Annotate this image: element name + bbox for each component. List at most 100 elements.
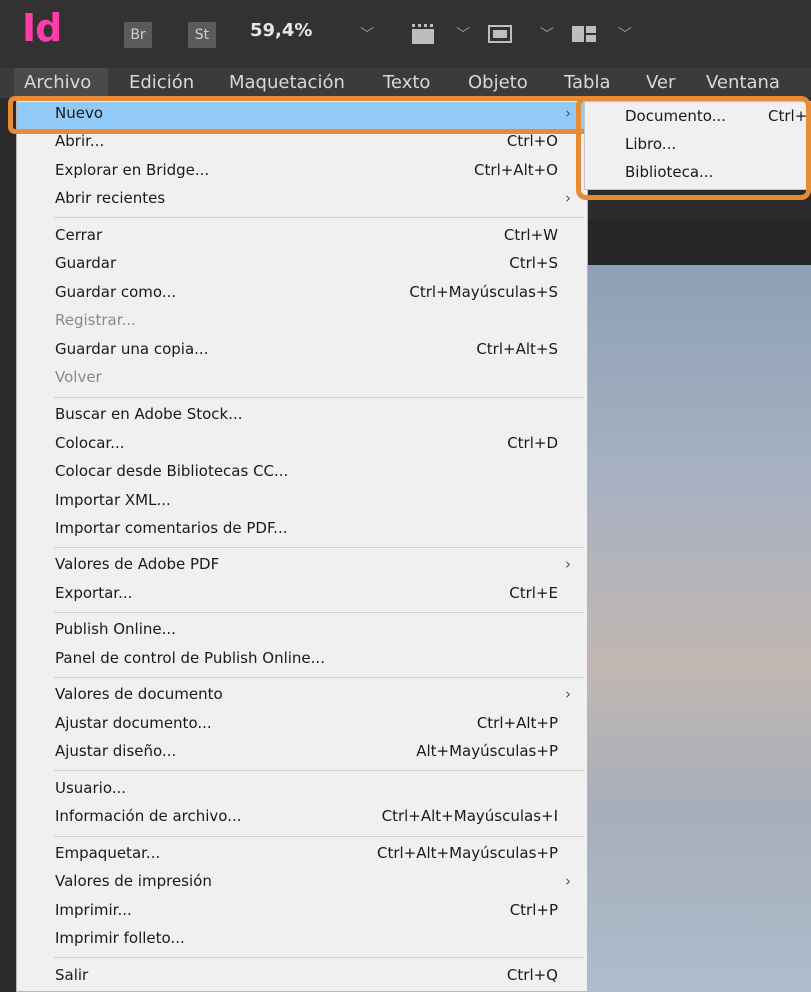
menu-item-shortcut: Ctrl+Alt+Mayúsculas+P [376,844,558,862]
bridge-button[interactable]: Br [124,22,152,48]
zoom-dropdown-chevron-icon[interactable]: ﹀ [360,24,374,44]
menu-item-shortcut: Ctrl+Mayúsculas+S [409,283,558,301]
menu-item-exportar[interactable]: Exportar... Ctrl+E [17,581,587,607]
view-options-icon[interactable] [486,22,516,46]
menu-item-label: Ajustar documento... [55,714,212,732]
menu-item-explorar-en-bridge[interactable]: Explorar en Bridge... Ctrl+Alt+O [17,158,587,184]
menu-ventana[interactable]: Ventana [706,72,780,93]
menu-item-label: Panel de control de Publish Online... [55,649,325,667]
nuevo-callout-box [8,96,592,134]
menu-separator [54,217,584,218]
menu-tabla[interactable]: Tabla [564,72,611,93]
menu-item-label: Importar comentarios de PDF... [55,519,288,537]
menu-item-guardar[interactable]: Guardar Ctrl+S [17,251,587,277]
menu-item-registrar: Registrar... [17,308,587,334]
menu-item-volver: Volver [17,365,587,391]
menu-item-cerrar[interactable]: Cerrar Ctrl+W [17,223,587,249]
menu-item-valores-de-adobe-pdf[interactable]: Valores de Adobe PDF › [17,552,587,578]
menu-item-label: Guardar una copia... [55,340,209,358]
menu-item-label: Abrir... [55,132,105,150]
menu-item-label: Usuario... [55,779,127,797]
menu-item-label: Publish Online... [55,620,176,638]
menu-item-publish-online[interactable]: Publish Online... [17,617,587,643]
menu-separator [54,677,584,678]
menu-separator [54,397,584,398]
menu-item-label: Información de archivo... [55,807,242,825]
menu-item-shortcut: Ctrl+S [509,254,558,272]
menu-maquetacion[interactable]: Maquetación [229,72,345,93]
menu-item-ajustar-documento[interactable]: Ajustar documento... Ctrl+Alt+P [17,711,587,737]
submenu-callout-box [576,96,811,200]
menu-item-ajustar-diseño[interactable]: Ajustar diseño... Alt+Mayúsculas+P [17,739,587,765]
menu-item-panel-de-control-de-publish-online[interactable]: Panel de control de Publish Online... [17,646,587,672]
menu-item-label: Imprimir folleto... [55,929,185,947]
stock-button[interactable]: St [188,22,216,48]
menu-item-label: Volver [55,368,102,386]
menu-item-valores-de-documento[interactable]: Valores de documento › [17,682,587,708]
menu-separator [54,612,584,613]
menu-item-label: Ajustar diseño... [55,742,177,760]
menu-item-label: Importar XML... [55,491,171,509]
menu-item-empaquetar[interactable]: Empaquetar... Ctrl+Alt+Mayúsculas+P [17,841,587,867]
submenu-arrow-icon: › [565,555,571,573]
menu-item-shortcut: Ctrl+Alt+O [474,161,558,179]
menu-separator [54,770,584,771]
menu-item-shortcut: Ctrl+E [509,584,558,602]
menu-item-label: Buscar en Adobe Stock... [55,405,243,423]
view-options-chevron-icon[interactable]: ﹀ [540,24,554,44]
zoom-level[interactable]: 59,4% [250,20,312,41]
menu-item-guardar-como[interactable]: Guardar como... Ctrl+Mayúsculas+S [17,280,587,306]
arrange-documents-icon[interactable] [570,22,600,46]
screen-mode-icon[interactable] [410,22,444,46]
menu-item-valores-de-impresión[interactable]: Valores de impresión › [17,869,587,895]
menu-item-label: Imprimir... [55,901,132,919]
menu-item-shortcut: Ctrl+Alt+S [476,340,558,358]
menu-objeto[interactable]: Objeto [468,72,528,93]
menu-item-información-de-archivo[interactable]: Información de archivo... Ctrl+Alt+Mayúsc… [17,804,587,830]
menu-item-label: Exportar... [55,584,133,602]
menu-item-label: Guardar como... [55,283,177,301]
menu-separator [54,957,584,958]
menu-item-label: Explorar en Bridge... [55,161,210,179]
menu-item-label: Colocar... [55,434,125,452]
menu-item-importar-xml[interactable]: Importar XML... [17,488,587,514]
submenu-arrow-icon: › [565,872,571,890]
menu-item-colocar[interactable]: Colocar... Ctrl+D [17,431,587,457]
menu-archivo[interactable]: Archivo [24,72,91,93]
screen-mode-chevron-icon[interactable]: ﹀ [456,24,470,44]
menu-item-shortcut: Ctrl+W [503,226,558,244]
menu-item-salir[interactable]: Salir Ctrl+Q [17,963,587,989]
menu-ver[interactable]: Ver [646,72,675,93]
menu-edicion[interactable]: Edición [129,72,194,93]
menu-item-colocar-desde-bibliotecas-cc[interactable]: Colocar desde Bibliotecas CC... [17,459,587,485]
menu-item-label: Valores de Adobe PDF [55,555,220,573]
menu-item-usuario[interactable]: Usuario... [17,776,587,802]
menu-item-shortcut: Ctrl+Q [506,966,558,984]
menu-item-shortcut: Ctrl+O [506,132,558,150]
menu-item-imprimir-folleto[interactable]: Imprimir folleto... [17,926,587,952]
menu-item-label: Empaquetar... [55,844,161,862]
menu-texto[interactable]: Texto [383,72,430,93]
indesign-logo: Id [22,6,62,50]
submenu-arrow-icon: › [565,189,571,207]
document-canvas [588,265,811,992]
menu-item-label: Cerrar [55,226,103,244]
menu-item-shortcut: Ctrl+Alt+P [476,714,558,732]
menu-item-shortcut: Ctrl+Alt+Mayúsculas+I [381,807,558,825]
menu-item-shortcut: Alt+Mayúsculas+P [416,742,558,760]
menu-item-label: Guardar [55,254,117,272]
menu-item-label: Colocar desde Bibliotecas CC... [55,462,289,480]
menu-item-shortcut: Ctrl+D [507,434,558,452]
menu-item-label: Abrir recientes [55,189,166,207]
menu-item-imprimir[interactable]: Imprimir... Ctrl+P [17,898,587,924]
menu-separator [54,836,584,837]
menu-item-buscar-en-adobe-stock[interactable]: Buscar en Adobe Stock... [17,402,587,428]
arrange-documents-chevron-icon[interactable]: ﹀ [618,24,632,44]
menu-item-label: Valores de impresión [55,872,212,890]
menu-item-guardar-una-copia[interactable]: Guardar una copia... Ctrl+Alt+S [17,337,587,363]
menu-item-importar-comentarios-de-pdf[interactable]: Importar comentarios de PDF... [17,516,587,542]
menu-item-shortcut: Ctrl+P [509,901,558,919]
menu-separator [54,547,584,548]
application-bar [0,0,811,68]
menu-item-abrir-recientes[interactable]: Abrir recientes › [17,186,587,212]
